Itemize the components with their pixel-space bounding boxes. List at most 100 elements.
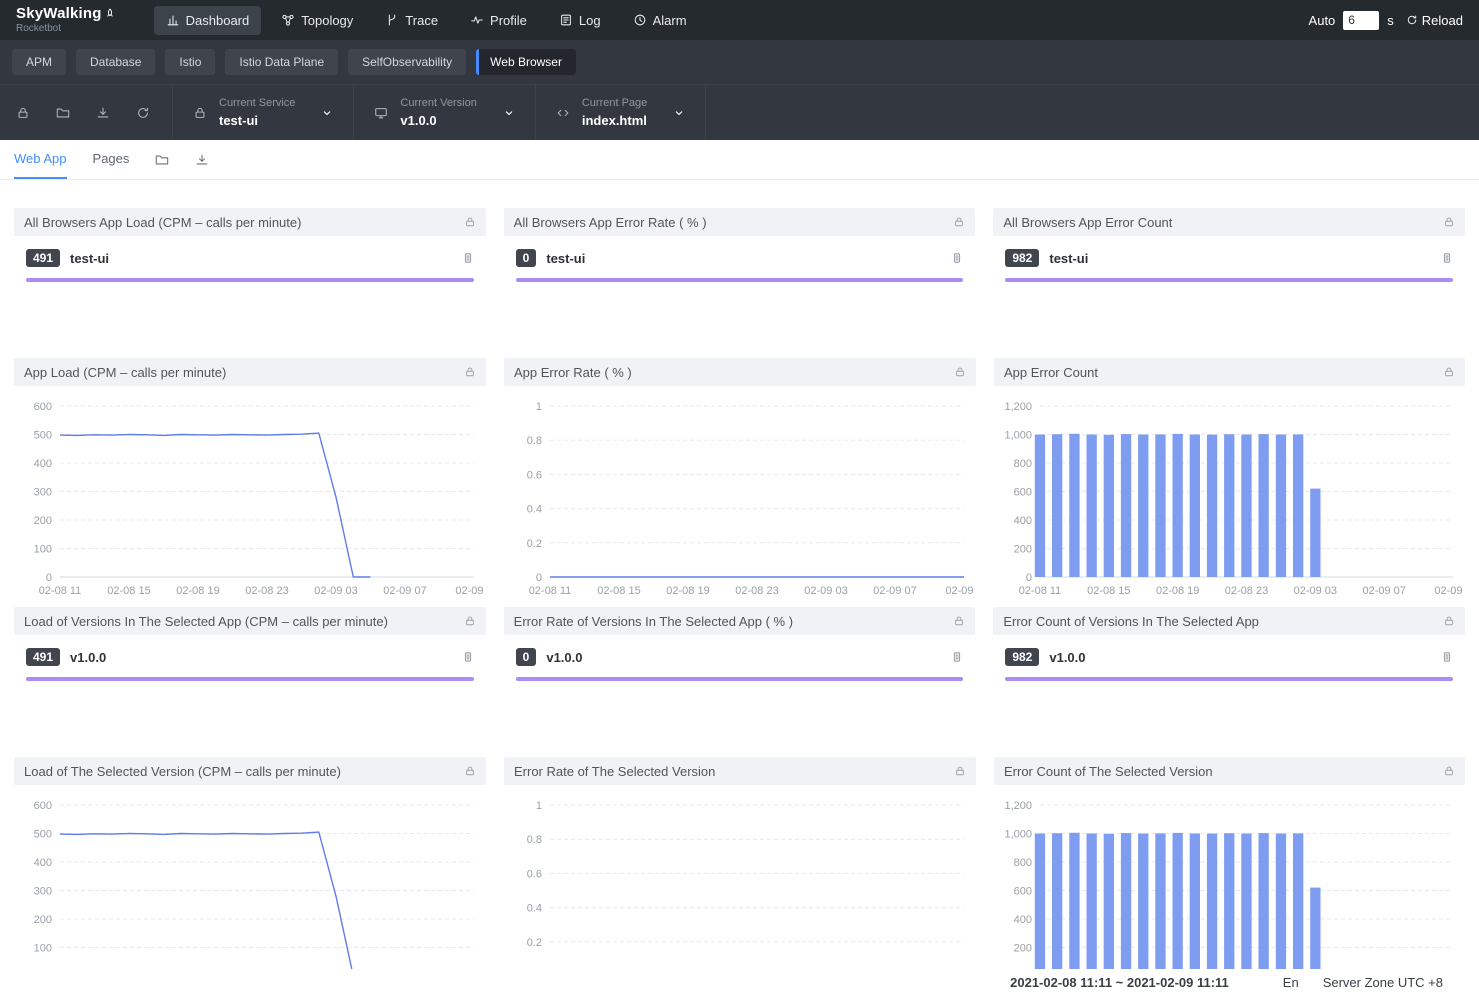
lock-icon[interactable] (1443, 216, 1455, 228)
svg-text:200: 200 (1014, 943, 1032, 955)
nav-item-log[interactable]: Log (547, 6, 613, 35)
lock-icon[interactable] (464, 765, 476, 777)
dashboard-tabs: APM Database Istio Istio Data Plane Self… (0, 40, 1479, 84)
lock-icon[interactable] (1443, 615, 1455, 627)
dashboard-tab-database[interactable]: Database (76, 49, 155, 75)
card-title: Error Count of Versions In The Selected … (1003, 614, 1443, 629)
language-selector[interactable]: En (1283, 975, 1299, 990)
card-header: All Browsers App Load (CPM – calls per m… (14, 208, 486, 236)
version-error-rate-chart[interactable]: 00.20.40.60.8102-08 1102-08 1502-08 1902… (504, 785, 976, 1000)
version-load-chart[interactable]: 010020030040050060002-08 1102-08 1502-08… (14, 785, 486, 1000)
svg-text:300: 300 (34, 886, 52, 898)
svg-text:0.2: 0.2 (527, 538, 542, 550)
svg-text:800: 800 (1014, 857, 1032, 869)
copy-icon[interactable] (951, 651, 963, 663)
copy-icon[interactable] (1441, 252, 1453, 264)
dashboard-tab-apm[interactable]: APM (12, 49, 66, 75)
card-version-error-rate: Error Rate of Versions In The Selected A… (504, 607, 976, 723)
lock-icon[interactable] (1443, 765, 1455, 777)
current-version-selector[interactable]: Current Version v1.0.0 (353, 85, 534, 140)
copy-icon[interactable] (1441, 651, 1453, 663)
svg-text:02-08 23: 02-08 23 (1225, 585, 1268, 597)
card-app-error-count-chart: App Error Count 02004006008001,0001,2000… (994, 358, 1465, 601)
card-header: App Error Count (994, 358, 1465, 386)
nav-item-topology[interactable]: Topology (269, 6, 365, 35)
selector-label: Current Service (219, 97, 295, 109)
svg-text:1,000: 1,000 (1004, 829, 1032, 841)
copy-icon[interactable] (462, 252, 474, 264)
card-header: Load of The Selected Version (CPM – call… (14, 757, 486, 785)
card-header: Error Count of The Selected Version (994, 757, 1465, 785)
svg-text:0.2: 0.2 (527, 937, 542, 949)
current-service-selector[interactable]: Current Service test-ui (172, 85, 353, 140)
card-header: Error Rate of The Selected Version (504, 757, 976, 785)
lock-icon[interactable] (954, 366, 966, 378)
svg-text:100: 100 (34, 544, 52, 556)
reload-button[interactable]: Reload (1406, 13, 1463, 28)
copy-icon[interactable] (462, 651, 474, 663)
lock-icon[interactable] (464, 366, 476, 378)
svg-text:200: 200 (34, 515, 52, 527)
card-header: Error Count of Versions In The Selected … (993, 607, 1465, 635)
dashboard-tab-self-observability[interactable]: SelfObservability (348, 49, 466, 75)
card-app-load-chart: App Load (CPM – calls per minute) 0 100 20… (14, 358, 486, 601)
version-error-count-chart[interactable]: 02004006008001,0001,20002-08 1102-08 150… (994, 785, 1465, 1000)
auto-interval-input[interactable] (1343, 11, 1379, 30)
app-error-count-chart[interactable]: 02004006008001,0001,20002-08 1102-08 150… (994, 386, 1465, 601)
service-icon (193, 106, 207, 120)
app-load-chart[interactable]: 010020030040050060002-08 1102-08 1502-08… (14, 386, 486, 601)
nav-item-alarm[interactable]: Alarm (621, 6, 699, 35)
svg-text:400: 400 (1014, 515, 1032, 527)
logo-subtitle: Rocketbot (16, 24, 116, 34)
selector-value: index.html (582, 113, 647, 128)
chevron-down-icon (503, 107, 515, 119)
dashboard-tab-istio[interactable]: Istio (165, 49, 215, 75)
copy-icon[interactable] (951, 252, 963, 264)
time-range-picker[interactable]: 2021-02-08 11:11 ~ 2021-02-09 11:11 (1010, 975, 1229, 990)
svg-text:02-08 15: 02-08 15 (107, 585, 150, 597)
value-badge: 491 (26, 249, 60, 267)
auto-unit: s (1387, 13, 1394, 28)
svg-text:400: 400 (34, 857, 52, 869)
lock-icon[interactable] (464, 216, 476, 228)
svg-text:0: 0 (46, 572, 52, 584)
logo-title: SkyWalking (16, 6, 102, 21)
tab-web-app[interactable]: Web App (14, 140, 67, 179)
log-icon (559, 13, 573, 27)
card-version-error-rate-chart: Error Rate of The Selected Version 00.20… (504, 757, 976, 1000)
lock-icon[interactable] (1443, 366, 1455, 378)
export-icon[interactable] (96, 106, 110, 120)
card-header: App Load (CPM – calls per minute) (14, 358, 486, 386)
reload-icon (1406, 14, 1418, 26)
value-badge: 982 (1005, 249, 1039, 267)
server-zone[interactable]: Server Zone UTC +8 (1323, 975, 1443, 990)
value-badge: 982 (1005, 648, 1039, 666)
folder-icon[interactable] (56, 106, 70, 120)
current-page-selector[interactable]: Current Page index.html (535, 85, 706, 140)
version-name: v1.0.0 (70, 650, 452, 665)
svg-text:1: 1 (536, 800, 542, 812)
selector-value: v1.0.0 (400, 113, 476, 128)
service-name: test-ui (70, 251, 452, 266)
nav-item-trace[interactable]: Trace (373, 6, 450, 35)
tab-pages[interactable]: Pages (93, 140, 130, 179)
import-icon[interactable] (195, 153, 209, 167)
card-app-error-rate-chart: App Error Rate ( % ) 00.20.40.60.8102-08… (504, 358, 976, 601)
lock-icon[interactable] (953, 216, 965, 228)
svg-text:0.4: 0.4 (527, 504, 542, 516)
dashboard-tab-web-browser[interactable]: Web Browser (476, 49, 576, 75)
refresh-icon[interactable] (136, 106, 150, 120)
svg-text:02-09 1: 02-09 1 (1434, 585, 1465, 597)
folder-icon[interactable] (155, 153, 169, 167)
nav-item-dashboard[interactable]: Dashboard (154, 6, 262, 35)
lock-icon[interactable] (954, 765, 966, 777)
app-error-rate-chart[interactable]: 00.20.40.60.8102-08 1102-08 1502-08 1902… (504, 386, 976, 601)
lock-icon[interactable] (953, 615, 965, 627)
svg-text:500: 500 (34, 430, 52, 442)
stat-row-app: All Browsers App Load (CPM – calls per m… (14, 208, 1465, 324)
lock-icon[interactable] (464, 615, 476, 627)
lock-icon[interactable] (16, 106, 30, 120)
progress-bar (516, 278, 964, 282)
dashboard-tab-istio-data-plane[interactable]: Istio Data Plane (225, 49, 338, 75)
nav-item-profile[interactable]: Profile (458, 6, 539, 35)
